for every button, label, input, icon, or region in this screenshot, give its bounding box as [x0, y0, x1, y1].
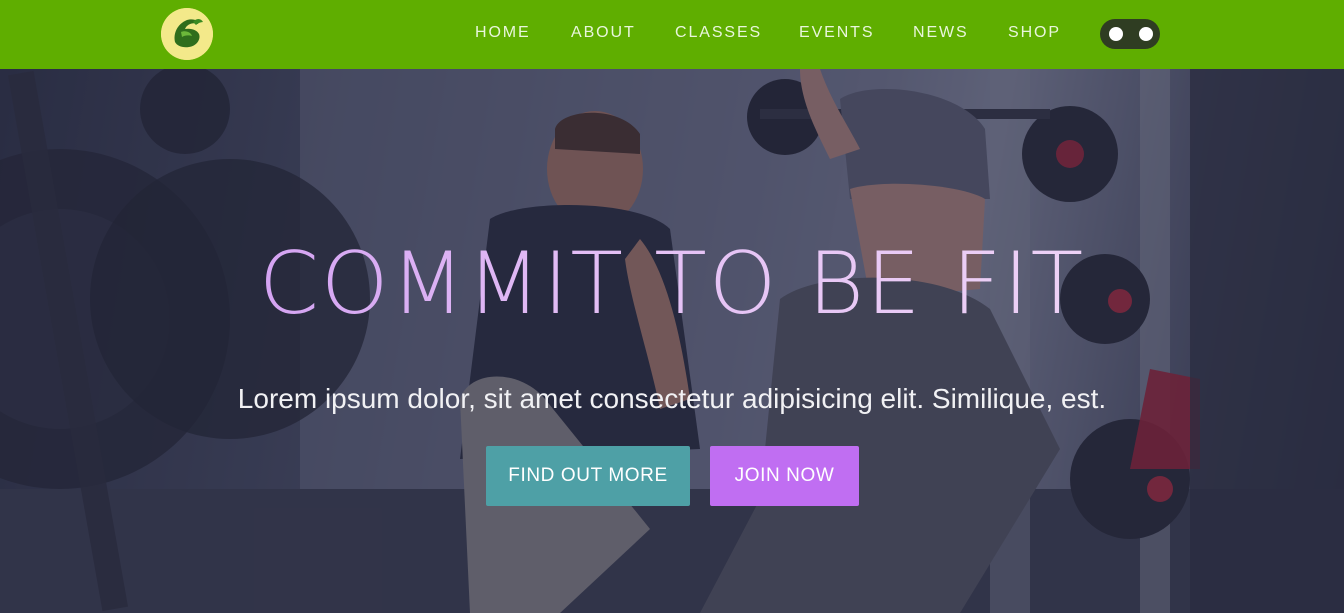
hero-title: COMMIT TO BE FIT [0, 229, 1344, 339]
nav-link-events[interactable]: EVENTS [799, 24, 874, 46]
logo-icon[interactable] [161, 8, 213, 60]
hero-overlay [0, 69, 1344, 613]
nav-link-news[interactable]: NEWS [913, 24, 969, 46]
theme-toggle[interactable] [1100, 19, 1160, 49]
nav-link-classes[interactable]: CLASSES [675, 24, 762, 46]
hero-section: COMMIT TO BE FIT Lorem ipsum dolor, sit … [0, 69, 1344, 613]
toggle-dot-left-icon [1109, 27, 1123, 41]
hero-subtitle: Lorem ipsum dolor, sit amet consectetur … [237, 383, 1107, 414]
nav-link-home[interactable]: HOME [475, 24, 531, 46]
nav-link-shop[interactable]: SHOP [1008, 24, 1061, 46]
find-out-more-button[interactable]: FIND OUT MORE [486, 446, 690, 506]
nav-link-about[interactable]: ABOUT [571, 24, 636, 46]
join-now-button[interactable]: JOIN NOW [710, 446, 859, 506]
navbar: HOME ABOUT CLASSES EVENTS NEWS SHOP [0, 0, 1344, 69]
toggle-dot-right-icon [1139, 27, 1153, 41]
